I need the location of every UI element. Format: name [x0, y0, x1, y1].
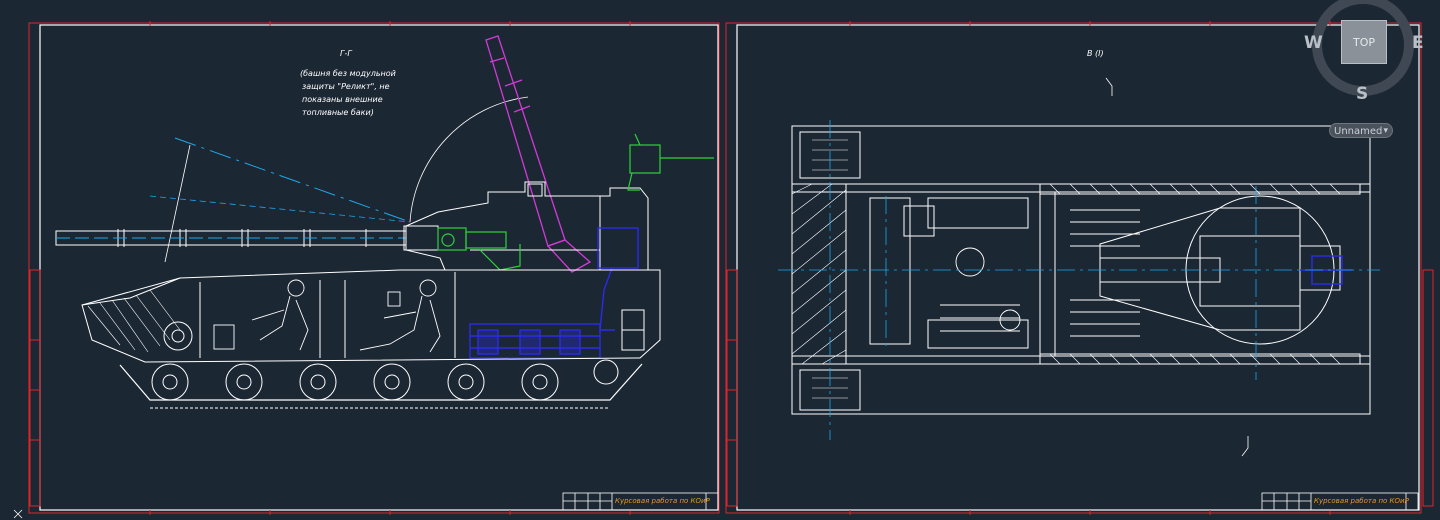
- note-line-2: защиты "Реликт", не: [302, 82, 390, 91]
- chevron-down-icon: ▾: [1383, 126, 1388, 136]
- main-gun-barrel: [55, 225, 439, 251]
- crew-figures: [213, 279, 441, 353]
- note-line-3: показаны внешние: [302, 95, 383, 104]
- turret: [405, 181, 649, 271]
- note-line-1: (башня без модульной: [300, 69, 396, 78]
- ucs-icon: [13, 509, 23, 519]
- ucs-menu-label: Unnamed: [1334, 126, 1383, 137]
- compass-south[interactable]: S: [1356, 84, 1368, 104]
- viewcube-top-face[interactable]: TOP: [1341, 20, 1387, 64]
- plan-axes: [778, 120, 1380, 440]
- viewcube[interactable]: TOP W E S: [1304, 0, 1424, 104]
- elevated-gun: [485, 35, 592, 273]
- model-space-svg[interactable]: Г-Г (башня без модульной защиты "Реликт"…: [0, 0, 1440, 520]
- ucs-menu-button[interactable]: Unnamed ▾: [1329, 123, 1393, 138]
- compass-west[interactable]: W: [1304, 33, 1323, 53]
- compass-east[interactable]: E: [1412, 33, 1424, 53]
- road-wheels: [119, 359, 643, 409]
- left-stamp-text: Курсовая работа по КОиР: [615, 497, 711, 505]
- elevation-angle-lines: [149, 96, 529, 263]
- right-stamp-text: Курсовая работа по КОиР: [1314, 497, 1410, 505]
- section-label: Г-Г: [340, 49, 352, 58]
- note-line-4: топливные баки): [302, 108, 374, 117]
- section-markers: [1105, 77, 1249, 457]
- view-label: В (I): [1087, 49, 1104, 58]
- left-sheet: Г-Г (башня без модульной защиты "Реликт"…: [28, 21, 720, 515]
- drawing-canvas[interactable]: Г-Г (башня без модульной защиты "Реликт"…: [0, 0, 1440, 520]
